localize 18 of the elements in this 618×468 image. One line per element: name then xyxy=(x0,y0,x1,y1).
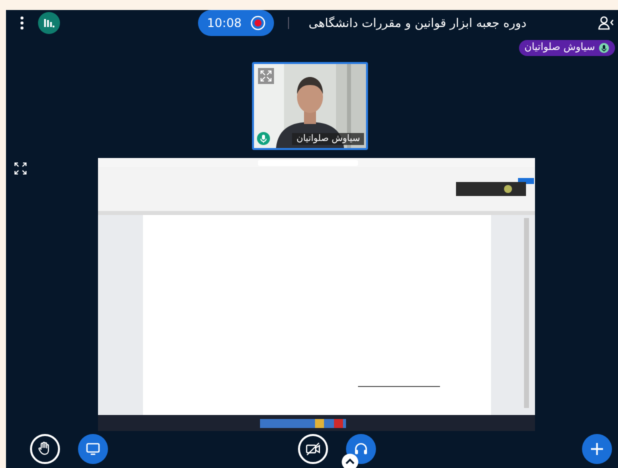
actions-button[interactable] xyxy=(582,434,612,464)
user-list-icon[interactable] xyxy=(598,15,614,32)
camera-button[interactable] xyxy=(298,434,328,464)
bars-icon xyxy=(43,17,55,30)
presenter-name: سیاوش صلواتیان xyxy=(524,42,595,54)
more-options-icon[interactable] xyxy=(20,16,24,30)
screen-share-button[interactable] xyxy=(78,434,108,464)
camera-off-icon xyxy=(304,440,322,458)
recording-button[interactable]: 10:08 xyxy=(198,10,274,36)
microphone-icon xyxy=(599,42,609,53)
raise-hand-button[interactable] xyxy=(30,434,60,464)
video-tile[interactable]: سیاوش صلواتیان xyxy=(252,62,368,150)
caret-icon[interactable] xyxy=(341,452,359,468)
talking-indicator-button[interactable] xyxy=(38,12,60,34)
meeting-title: دوره جعبه ابزار قوانین و مقررات دانشگاهی xyxy=(308,16,526,30)
microphone-icon xyxy=(257,132,270,146)
participant-name: سیاوش صلواتیان xyxy=(292,133,364,146)
fullscreen-icon[interactable] xyxy=(14,162,27,176)
